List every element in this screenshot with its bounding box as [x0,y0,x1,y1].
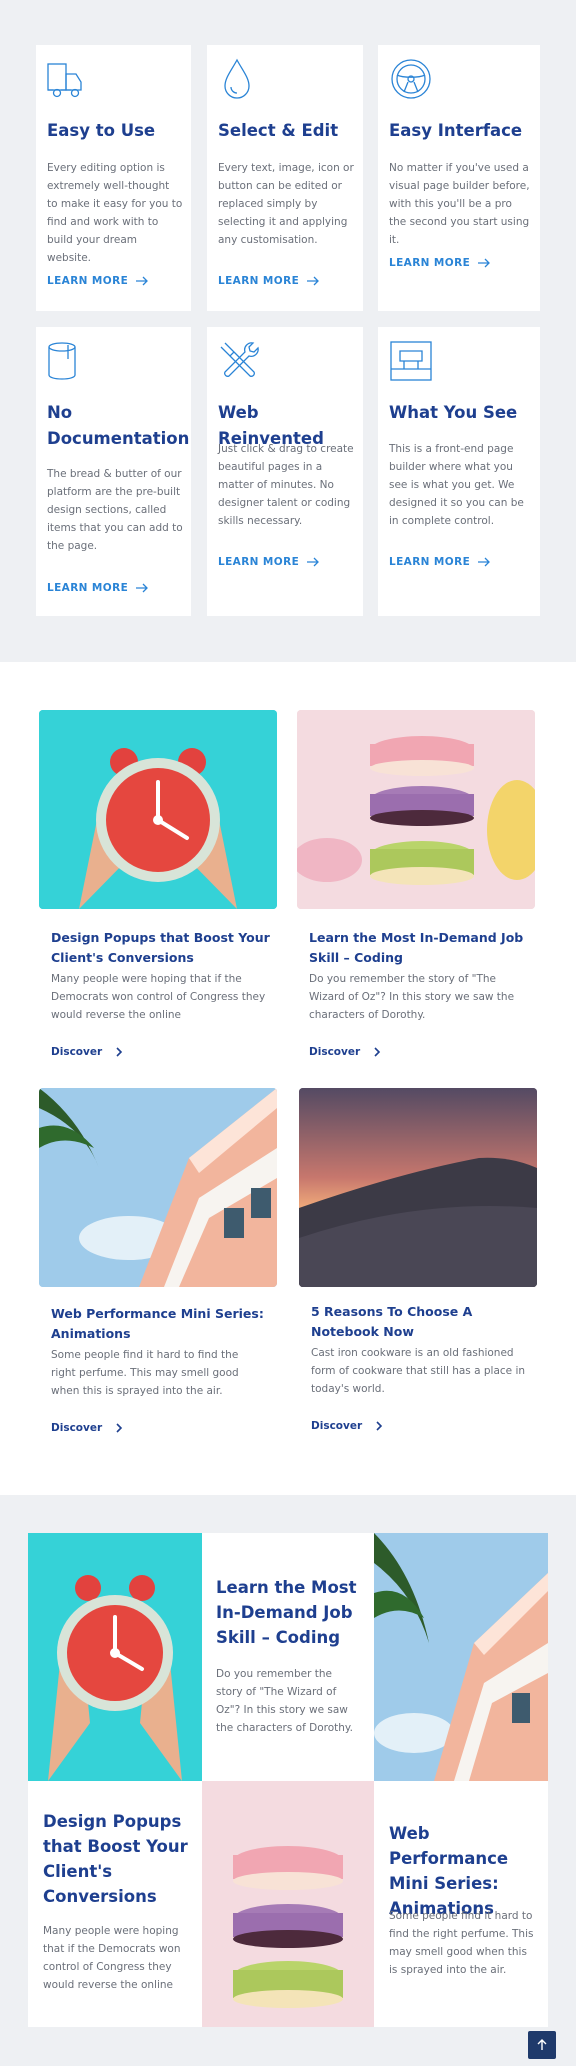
discover-label: Discover [309,1046,361,1058]
learn-more-link[interactable]: LEARN MORE [47,275,149,287]
layout-icon [390,341,432,381]
feature-title: Easy to Use [47,121,156,140]
feature-title: What You See [389,403,518,422]
feature-text: Every editing option is extremely well-t… [47,162,183,264]
feature-text: No matter if you've used a visual page b… [389,162,530,246]
mosaic-section: Learn the Most In-Demand Job Skill – Cod… [0,1495,576,2066]
grid-text: Do you remember the story of "The Wizard… [216,1668,353,1734]
arrow-right-icon [307,557,320,567]
learn-more-link[interactable]: LEARN MORE [218,556,320,568]
grid-text: Many people were hoping that if the Demo… [43,1925,181,1991]
chevron-right-icon [376,1421,383,1431]
grid-title[interactable]: Design Popups that Boost Your Client's C… [43,1809,193,1909]
alarm-clock-image[interactable] [28,1533,202,1781]
feature-card: Easy Interface No matter if you've used … [378,45,540,311]
building-palm-image[interactable] [374,1533,548,1781]
back-to-top-button[interactable] [528,2031,556,2059]
post-excerpt: Many people were hoping that if the Demo… [51,973,266,1021]
arrow-right-icon [307,276,320,286]
discover-link[interactable]: Discover [51,1422,123,1434]
post-title[interactable]: Design Popups that Boost Your Client's C… [51,928,271,968]
post-excerpt: Some people find it hard to find the rig… [51,1349,239,1397]
discover-link[interactable]: Discover [51,1046,123,1058]
grid-text-card: Web Performance Mini Series: Animations … [374,1781,548,2027]
learn-more-label: LEARN MORE [218,275,300,287]
discover-label: Discover [311,1420,363,1432]
building-palm-image[interactable] [39,1088,277,1287]
discover-link[interactable]: Discover [311,1420,383,1432]
post-title[interactable]: Web Performance Mini Series: Animations [51,1304,271,1344]
post-excerpt: Do you remember the story of "The Wizard… [309,973,515,1021]
learn-more-label: LEARN MORE [218,556,300,568]
steering-wheel-icon [391,59,431,99]
posts-section: Design Popups that Boost Your Client's C… [0,662,576,1495]
post-card: Learn the Most In-Demand Job Skill – Cod… [297,710,535,1070]
learn-more-link[interactable]: LEARN MORE [218,275,320,287]
chevron-right-icon [374,1047,381,1057]
learn-more-link[interactable]: LEARN MORE [389,257,491,269]
alarm-clock-image[interactable] [39,710,277,909]
learn-more-label: LEARN MORE [47,275,129,287]
features-section: Easy to Use Every editing option is extr… [0,0,576,662]
arrow-right-icon [136,583,149,593]
grid-text-card: Learn the Most In-Demand Job Skill – Cod… [202,1533,374,1781]
arrow-right-icon [478,258,491,268]
post-title[interactable]: 5 Reasons To Choose A Notebook Now [311,1302,531,1342]
post-card: 5 Reasons To Choose A Notebook Now Cast … [299,1088,537,1448]
discover-label: Discover [51,1046,103,1058]
learn-more-label: LEARN MORE [47,582,129,594]
grid-text: Some people find it hard to find the rig… [389,1910,534,1976]
grid-text-card: Design Popups that Boost Your Client's C… [28,1781,202,2027]
feature-card: Easy to Use Every editing option is extr… [36,45,191,311]
feature-title: Easy Interface [389,121,523,140]
feature-title: No Documentation [47,403,190,448]
drop-icon [224,58,250,99]
arrow-right-icon [478,557,491,567]
learn-more-label: LEARN MORE [389,257,471,269]
feature-card: What You See This is a front-end page bu… [378,327,540,616]
feature-text: Every text, image, icon or button can be… [218,162,354,246]
feature-card: No Documentation The bread & butter of o… [36,327,191,616]
post-card: Design Popups that Boost Your Client's C… [39,710,277,1070]
macarons-image[interactable] [202,1781,374,2027]
feature-card: Web Reinvented Just click & drag to crea… [207,327,363,616]
arrow-up-icon [537,2039,547,2050]
post-excerpt: Cast iron cookware is an old fashioned f… [311,1347,526,1395]
chevron-right-icon [116,1047,123,1057]
learn-more-link[interactable]: LEARN MORE [47,582,149,594]
arrow-right-icon [136,276,149,286]
feature-text: The bread & butter of our platform are t… [47,468,183,552]
desert-dune-image[interactable] [299,1088,537,1287]
post-title[interactable]: Learn the Most In-Demand Job Skill – Cod… [309,928,529,968]
tools-icon [220,342,259,377]
feature-card: Select & Edit Every text, image, icon or… [207,45,363,311]
chevron-right-icon [116,1423,123,1433]
grid-title[interactable]: Learn the Most In-Demand Job Skill – Cod… [216,1575,366,1650]
discover-label: Discover [51,1422,103,1434]
discover-link[interactable]: Discover [309,1046,381,1058]
feature-title: Select & Edit [218,121,339,140]
post-card: Web Performance Mini Series: Animations … [39,1088,277,1448]
learn-more-label: LEARN MORE [389,556,471,568]
macarons-image[interactable] [297,710,535,909]
paint-can-icon [48,342,76,380]
truck-icon [47,63,82,98]
feature-text: Just click & drag to create beautiful pa… [218,443,354,527]
grid-title[interactable]: Web Performance Mini Series: Animations [389,1821,539,1921]
feature-text: This is a front-end page builder where w… [389,443,524,527]
learn-more-link[interactable]: LEARN MORE [389,556,491,568]
